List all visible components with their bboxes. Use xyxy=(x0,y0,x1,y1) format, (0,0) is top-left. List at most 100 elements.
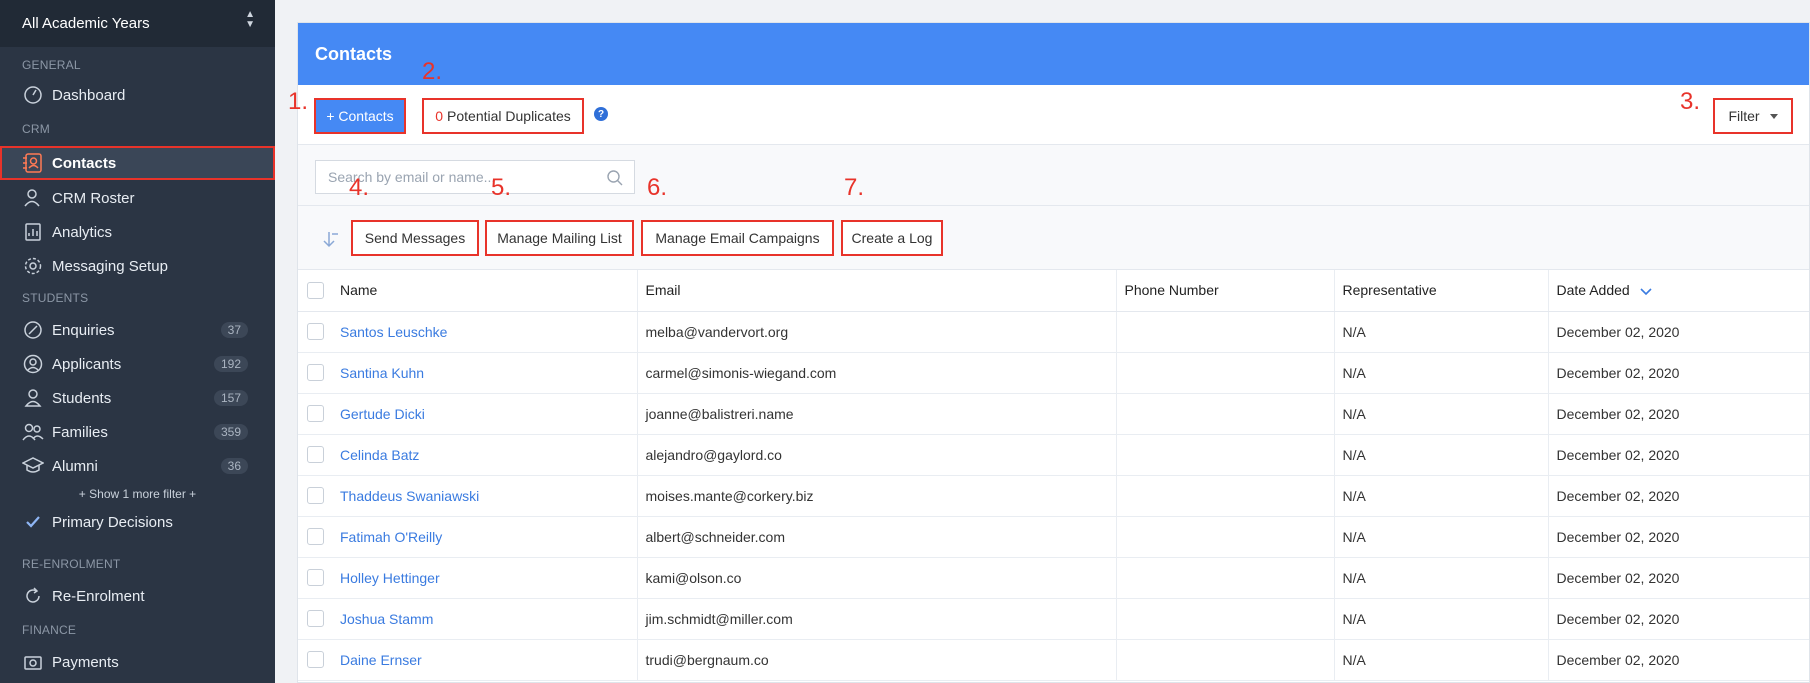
potential-duplicates-button[interactable]: 0 Potential Duplicates xyxy=(422,98,584,134)
section-students: STUDENTS xyxy=(22,291,89,305)
row-checkbox[interactable] xyxy=(307,487,324,505)
column-header-representative[interactable]: Representative xyxy=(1333,270,1548,312)
search-row: Search by email or name... xyxy=(298,145,1809,206)
cell-representative: N/A xyxy=(1333,475,1548,517)
column-header-email[interactable]: Email xyxy=(636,270,1116,312)
cell-phone xyxy=(1115,516,1334,558)
sort-arrow-icon[interactable] xyxy=(320,230,340,255)
cell-select xyxy=(298,393,338,435)
annotation-6: 6. xyxy=(647,174,668,201)
search-icon xyxy=(606,169,624,190)
help-icon[interactable]: ? xyxy=(594,107,608,121)
sidebar-item-messaging-setup[interactable]: Messaging Setup xyxy=(0,249,275,283)
table-row[interactable]: Santos Leuschke melba@vandervort.org N/A De… xyxy=(298,311,1809,353)
section-reenrolment: RE-ENROLMENT xyxy=(22,557,121,571)
cell-name[interactable]: Fatimah O'Reilly xyxy=(338,516,637,558)
row-checkbox[interactable] xyxy=(307,364,324,382)
sidebar-item-payments[interactable]: Payments xyxy=(0,645,275,679)
sidebar-item-label: Alumni xyxy=(52,457,98,475)
manage-mailing-list-button[interactable]: Manage Mailing List xyxy=(485,220,634,256)
cell-name[interactable]: Santos Leuschke xyxy=(338,311,637,353)
contacts-panel: Contacts + Contacts 0 Potential Duplicat… xyxy=(297,22,1810,683)
sidebar-item-contacts[interactable]: Contacts xyxy=(0,146,275,180)
sidebar-item-enquiries[interactable]: Enquiries 37 xyxy=(0,313,275,347)
table-row[interactable]: Santina Kuhn carmel@simonis-wiegand.com N/… xyxy=(298,352,1809,394)
sidebar-item-crm-roster[interactable]: CRM Roster xyxy=(0,181,275,215)
cell-select xyxy=(298,475,338,517)
cell-phone xyxy=(1115,434,1334,476)
cell-date-added: December 02, 2020 xyxy=(1547,311,1809,353)
page-title: Contacts xyxy=(298,23,1809,85)
row-checkbox[interactable] xyxy=(307,446,324,464)
row-checkbox[interactable] xyxy=(307,651,324,669)
sort-desc-icon xyxy=(1639,283,1652,299)
count-badge: 37 xyxy=(220,322,248,338)
send-messages-button[interactable]: Send Messages xyxy=(351,220,479,256)
sidebar-item-label: Dashboard xyxy=(52,86,126,104)
cell-select xyxy=(298,311,338,353)
cell-name[interactable]: Holley Hettinger xyxy=(338,557,637,599)
academic-year-label: All Academic Years xyxy=(22,15,150,32)
cell-phone xyxy=(1115,475,1334,517)
sidebar-item-label: Enquiries xyxy=(52,321,115,339)
sidebar-item-label: Primary Decisions xyxy=(52,513,173,531)
contacts-icon xyxy=(22,152,44,174)
sidebar-item-students[interactable]: Students 157 xyxy=(0,381,275,415)
table-row[interactable]: Joshua Stamm jim.schmidt@miller.com N/A Dec… xyxy=(298,598,1809,640)
column-header-name[interactable]: Name xyxy=(338,270,637,312)
cell-name[interactable]: Santina Kuhn xyxy=(338,352,637,394)
show-more-filter-link[interactable]: + Show 1 more filter + xyxy=(0,483,275,505)
academic-year-select[interactable]: All Academic Years ▲ ▼ xyxy=(0,0,275,47)
column-header-phone[interactable]: Phone Number xyxy=(1115,270,1334,312)
table-row[interactable]: Holley Hettinger kami@olson.co N/A December… xyxy=(298,557,1809,599)
cell-email: joanne@balistreri.name xyxy=(636,393,1116,435)
create-log-button[interactable]: Create a Log xyxy=(841,220,943,256)
row-checkbox[interactable] xyxy=(307,610,324,628)
cell-select xyxy=(298,598,338,640)
sidebar-item-reenrolment[interactable]: Re-Enrolment xyxy=(0,579,275,613)
sidebar-item-alumni[interactable]: Alumni 36 xyxy=(0,449,275,483)
cell-name[interactable]: Thaddeus Swaniawski xyxy=(338,475,637,517)
cell-date-added: December 02, 2020 xyxy=(1547,434,1809,476)
cell-name[interactable]: Joshua Stamm xyxy=(338,598,637,640)
annotation-3: 3. xyxy=(1680,88,1701,115)
table-header-row: Name Email Phone Number Representative D… xyxy=(298,270,1809,312)
table-row[interactable]: Daine Ernser trudi@bergnaum.co N/A December… xyxy=(298,639,1809,681)
table-row[interactable]: Fatimah O'Reilly albert@schneider.com N/A D… xyxy=(298,516,1809,558)
duplicates-count: 0 xyxy=(435,108,444,124)
pencil-icon xyxy=(22,319,44,341)
sidebar-item-primary-decisions[interactable]: Primary Decisions xyxy=(0,505,275,539)
row-checkbox[interactable] xyxy=(307,569,324,587)
row-checkbox[interactable] xyxy=(307,528,324,546)
sidebar-item-families[interactable]: Families 359 xyxy=(0,415,275,449)
table-row[interactable]: Thaddeus Swaniawski moises.mante@corkery.… xyxy=(298,475,1809,517)
column-header-date-added[interactable]: Date Added xyxy=(1547,270,1809,312)
sidebar-item-applicants[interactable]: Applicants 192 xyxy=(0,347,275,381)
add-contacts-button[interactable]: + Contacts xyxy=(314,98,406,134)
cell-select xyxy=(298,434,338,476)
cell-date-added: December 02, 2020 xyxy=(1547,639,1809,681)
cell-representative: N/A xyxy=(1333,557,1548,599)
cell-name[interactable]: Daine Ernser xyxy=(338,639,637,681)
cell-date-added: December 02, 2020 xyxy=(1547,393,1809,435)
table-row[interactable]: Gertude Dicki joanne@balistreri.name N/A De… xyxy=(298,393,1809,435)
filter-label: Filter xyxy=(1728,108,1760,124)
manage-email-campaigns-button[interactable]: Manage Email Campaigns xyxy=(641,220,834,256)
row-checkbox[interactable] xyxy=(307,405,324,423)
sidebar-item-dashboard[interactable]: Dashboard xyxy=(0,78,275,112)
row-checkbox[interactable] xyxy=(307,323,324,341)
cell-email: alejandro@gaylord.co xyxy=(636,434,1116,476)
cell-name[interactable]: Gertude Dicki xyxy=(338,393,637,435)
cell-select xyxy=(298,352,338,394)
filter-dropdown[interactable]: Filter xyxy=(1713,98,1793,134)
table-row[interactable]: Celinda Batz alejandro@gaylord.co N/A Decem… xyxy=(298,434,1809,476)
cell-email: kami@olson.co xyxy=(636,557,1116,599)
sidebar-item-analytics[interactable]: Analytics xyxy=(0,215,275,249)
select-all-checkbox[interactable] xyxy=(307,282,324,300)
bulk-actions-bar: Send Messages Manage Mailing List Manage… xyxy=(298,206,1809,270)
cell-select xyxy=(298,557,338,599)
cell-phone xyxy=(1115,352,1334,394)
sidebar-item-label: Payments xyxy=(52,653,119,671)
cell-name[interactable]: Celinda Batz xyxy=(338,434,637,476)
count-badge: 36 xyxy=(220,458,248,474)
